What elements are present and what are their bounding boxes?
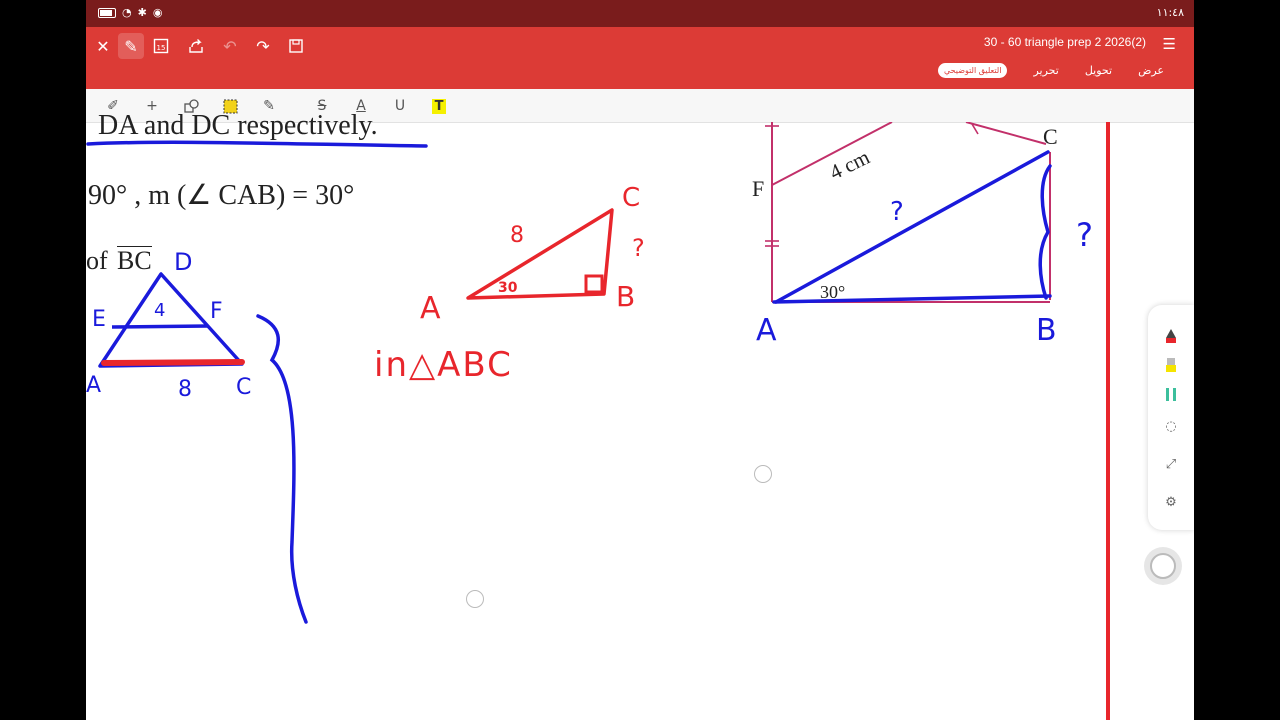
redo-icon[interactable]: ↷ <box>250 33 276 59</box>
red-tri-question: ? <box>632 234 645 262</box>
svg-text:15: 15 <box>157 44 166 52</box>
small-tri-label-a: A <box>86 373 101 398</box>
small-tri-label-base: 8 <box>178 377 192 402</box>
overlay-question-1: ? <box>890 197 904 227</box>
overlay-diagonal <box>774 150 1050 304</box>
printed-figure: F C 4 cm 30° <box>752 122 1058 303</box>
share-icon[interactable] <box>183 33 209 59</box>
status-bar: ◔ ✱ ◉ ١١:٤٨ <box>86 0 1194 27</box>
red-note: in△ABC <box>374 345 513 385</box>
resize-icon[interactable]: ⤢ <box>1160 453 1182 475</box>
tablet-screen: ◔ ✱ ◉ ١١:٤٨ ✕ ✎ 15 ↶ ↷ 30 - 60 triangle … <box>86 0 1194 720</box>
small-tri-label-d: D <box>174 248 192 276</box>
document-title: 30 - 60 triangle prep 2 2026(2) <box>983 35 1146 49</box>
settings-icon[interactable]: ⚙ <box>1160 491 1182 513</box>
tap-marker <box>754 465 772 483</box>
menu-icon[interactable]: ☰ <box>1163 35 1176 53</box>
red-tri-angle-label: 30 <box>498 280 518 296</box>
tap-marker <box>466 590 484 608</box>
yellow-highlighter-icon[interactable] <box>1160 354 1182 376</box>
eye-comfort-icon: ◉ <box>152 6 163 19</box>
status-icons: ◔ ✱ ◉ <box>98 7 162 19</box>
tab-annotate[interactable]: التعليق التوضيحي <box>937 63 1008 78</box>
fig-side-label: 4 cm <box>826 145 874 185</box>
eraser-icon[interactable] <box>1160 383 1182 405</box>
wifi-icon: ◔ <box>122 6 132 19</box>
small-tri-base-red <box>101 359 245 366</box>
edit-pen-icon[interactable]: ✎ <box>118 33 144 59</box>
overlay-right-brace <box>1038 164 1052 300</box>
small-tri-midsegment <box>111 324 209 329</box>
overlay-label-a: A <box>756 313 777 348</box>
status-clock: ١١:٤٨ <box>1156 6 1184 19</box>
fig-label-c: C <box>1043 124 1058 149</box>
small-tri-label-c: C <box>236 375 251 400</box>
overlay-label-b: B <box>1036 313 1057 348</box>
ink-figure-overlay: ? ? A B <box>756 150 1093 348</box>
small-tri-label-f: F <box>210 299 223 324</box>
red-tri-label-a: A <box>420 291 441 326</box>
document-page[interactable]: DA and DC respectively. 90° , m (∠ CAB) … <box>86 110 1194 720</box>
tab-convert[interactable]: تحويل <box>1085 64 1112 77</box>
floating-assist-button[interactable] <box>1144 547 1182 585</box>
red-tri-label-b: B <box>616 280 635 313</box>
small-tri-label-e: E <box>92 307 106 332</box>
ink-red-triangle: 8 30 A B C ? in△ABC <box>374 183 645 385</box>
small-tri-label-top: 4 <box>154 300 165 321</box>
text-highlight-icon[interactable]: T <box>429 96 449 116</box>
red-tri-hyp-label: 8 <box>510 223 524 248</box>
app-top-bar: ✕ ✎ 15 ↶ ↷ 30 - 60 triangle prep 2 2026(… <box>86 27 1194 89</box>
battery-icon <box>98 8 116 18</box>
pen-side-panel: ◌ ⤢ ⚙ <box>1148 305 1194 530</box>
underline-icon[interactable]: U <box>390 96 410 116</box>
bluetooth-icon: ✱ <box>137 6 147 19</box>
close-icon[interactable]: ✕ <box>90 33 116 59</box>
ink-underline <box>86 140 428 148</box>
undo-icon[interactable]: ↶ <box>217 33 243 59</box>
overlay-question-2: ? <box>1076 216 1093 254</box>
tab-view[interactable]: عرض <box>1138 64 1164 77</box>
red-tri-right-angle <box>584 274 604 294</box>
ribbon-tabs: عرض تحويل تحرير التعليق التوضيحي <box>937 63 1164 78</box>
lasso-icon[interactable]: ◌ <box>1160 415 1182 437</box>
tab-edit[interactable]: تحرير <box>1033 64 1058 77</box>
save-icon[interactable] <box>283 33 309 59</box>
fig-label-f: F <box>752 176 764 201</box>
red-pen-icon[interactable] <box>1160 325 1182 347</box>
ink-brace <box>256 314 308 624</box>
red-tri-label-c: C <box>622 183 640 213</box>
calendar-icon[interactable]: 15 <box>148 33 174 59</box>
red-tri-outline <box>466 208 614 300</box>
figure-svg: F C 4 cm 30° D E F 4 A 8 C 8 30 A B C ? … <box>86 122 1110 720</box>
ink-small-triangle: D E F 4 A 8 C <box>86 248 251 402</box>
